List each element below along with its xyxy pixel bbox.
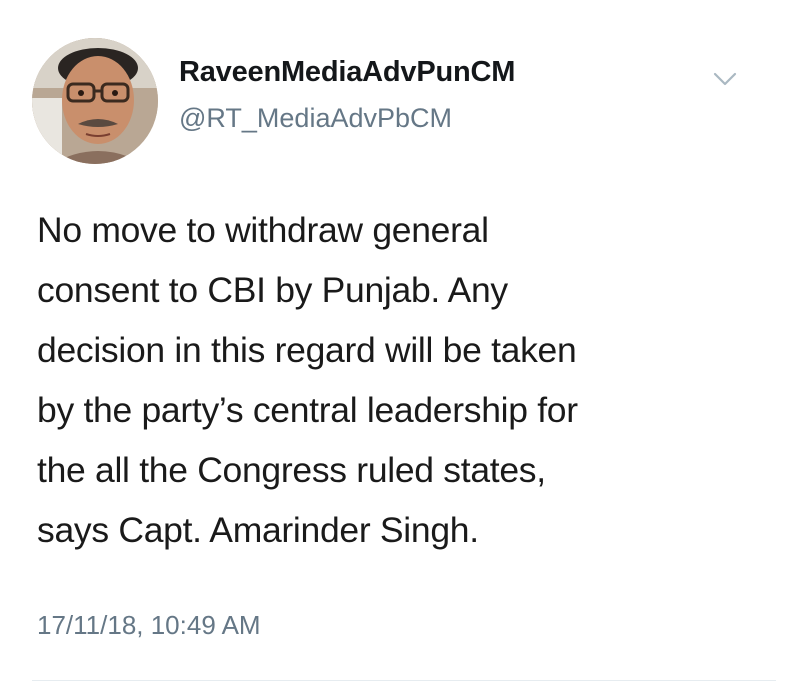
tweet-text: No move to withdraw general consent to C… xyxy=(37,200,777,560)
tweet-timestamp[interactable]: 17/11/18, 10:49 AM xyxy=(37,610,261,641)
tweet-text-line: by the party’s central leadership for xyxy=(37,390,578,430)
tweet-text-line: decision in this regard will be taken xyxy=(37,330,577,370)
author-handle[interactable]: @RT_MediaAdvPbCM xyxy=(179,103,452,134)
tweet-card: RaveenMediaAdvPunCM @RT_MediaAdvPbCM No … xyxy=(0,0,800,692)
divider xyxy=(32,680,776,681)
tweet-text-line: says Capt. Amarinder Singh. xyxy=(37,510,479,550)
avatar[interactable] xyxy=(32,38,158,164)
chevron-down-icon[interactable] xyxy=(712,70,738,88)
tweet-text-line: the all the Congress ruled states, xyxy=(37,450,546,490)
profile-photo-icon xyxy=(32,38,158,164)
author-display-name[interactable]: RaveenMediaAdvPunCM xyxy=(179,56,515,89)
tweet-text-line: No move to withdraw general xyxy=(37,210,489,250)
tweet-text-line: consent to CBI by Punjab. Any xyxy=(37,270,508,310)
